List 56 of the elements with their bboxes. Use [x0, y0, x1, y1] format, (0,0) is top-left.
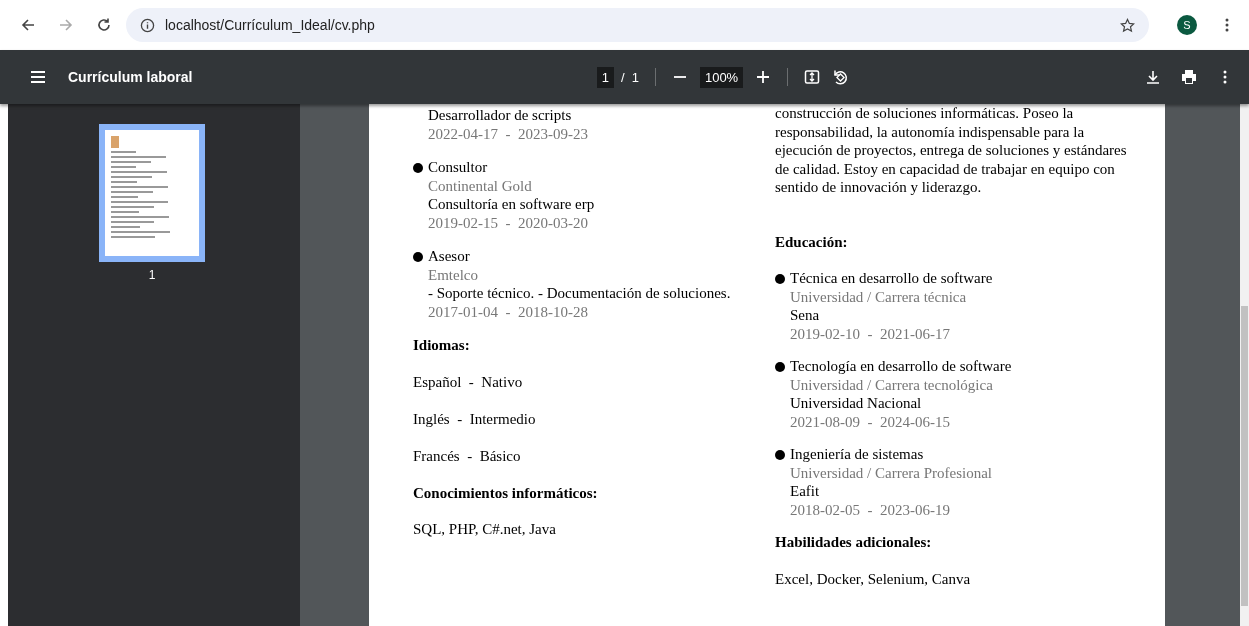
profile-avatar[interactable]: S — [1177, 15, 1197, 35]
bookmark-star-icon[interactable] — [1120, 17, 1135, 33]
institution-name: Eafit — [790, 482, 821, 501]
menu-icon[interactable] — [30, 69, 46, 85]
institution-name: Sena — [790, 306, 821, 325]
skills-text: SQL, PHP, C#.net, Java — [413, 520, 557, 539]
language-entry: Inglés - Intermedio — [413, 409, 537, 428]
url-text: localhost/Currículum_Ideal/cv.php — [165, 17, 376, 33]
job-description: - Soporte técnico. - Documentación de soluciones. — [428, 284, 731, 303]
date-range: 2022-04-17 - 2023-09-23 — [428, 124, 588, 143]
back-arrow-icon[interactable] — [20, 17, 36, 33]
profile-paragraph: construcción de soluciones informáticas. Poseo la responsabilidad, la autonomía indispensable para la ejecución de proyectos, entrega de soluciones y estándares de calidad. Estoy en capacidad de trabajar en equipo con sentido de innovación y liderazgo. — [775, 104, 1127, 197]
degree-type: Universidad / Carrera Profesional — [790, 463, 993, 482]
reload-icon[interactable] — [96, 17, 112, 33]
skills-text: Excel, Docker, Selenium, Canva — [775, 569, 972, 588]
date-range: 2017-01-04 - 2018-10-28 — [428, 302, 589, 321]
document-title: Currículum laboral — [68, 69, 193, 85]
language-entry: Español - Nativo — [413, 372, 524, 391]
thumbnail-page-number: 1 — [148, 268, 156, 282]
company-name: Emtelco — [428, 265, 479, 284]
page-total: 1 — [631, 69, 639, 85]
date-range: 2018-02-05 - 2023-06-19 — [790, 500, 951, 519]
degree-type: Universidad / Carrera técnica — [790, 287, 968, 306]
degree-type: Universidad / Carrera tecnológica — [790, 375, 994, 394]
section-heading: Habilidades adicionales: — [775, 533, 933, 552]
section-heading: Idiomas: — [413, 336, 471, 355]
job-description: Consultoría en software erp — [428, 195, 595, 214]
job-title: Asesor — [428, 247, 471, 266]
job-title: Consultor — [428, 158, 489, 177]
institution-name: Universidad Nacional — [790, 394, 923, 413]
download-icon[interactable] — [1145, 69, 1161, 85]
section-heading: Conocimientos informáticos: — [413, 483, 599, 502]
bullet-icon — [775, 274, 785, 284]
date-range: 2021-08-09 - 2024-06-15 — [790, 412, 951, 431]
page-separator: / — [621, 69, 625, 85]
company-name: Continental Gold — [428, 176, 533, 195]
degree-title: Tecnología en desarrollo de software — [790, 357, 1012, 376]
info-icon[interactable] — [140, 17, 155, 33]
address-bar[interactable]: localhost/Currículum_Ideal/cv.php — [126, 8, 1149, 42]
degree-title: Ingeniería de sistemas — [790, 445, 925, 464]
date-range: 2019-02-15 - 2020-03-20 — [428, 213, 589, 232]
page-thumbnail[interactable] — [99, 124, 205, 262]
page-number-field[interactable]: 1 — [596, 66, 615, 88]
section-heading: Educación: — [775, 232, 849, 251]
zoom-field[interactable]: 100% — [699, 66, 744, 88]
job-description: Desarrollador de scripts — [428, 106, 573, 125]
bullet-icon — [775, 362, 785, 372]
fit-page-icon[interactable] — [804, 69, 821, 85]
degree-title: Técnica en desarrollo de software — [790, 269, 993, 288]
bullet-icon — [775, 450, 785, 460]
scrollbar[interactable] — [1240, 104, 1249, 626]
date-range: 2019-02-10 - 2021-06-17 — [790, 324, 951, 343]
print-icon[interactable] — [1181, 69, 1197, 85]
zoom-in-icon[interactable] — [755, 69, 772, 85]
rotate-icon[interactable] — [832, 69, 849, 85]
language-entry: Francés - Básico — [413, 446, 522, 465]
